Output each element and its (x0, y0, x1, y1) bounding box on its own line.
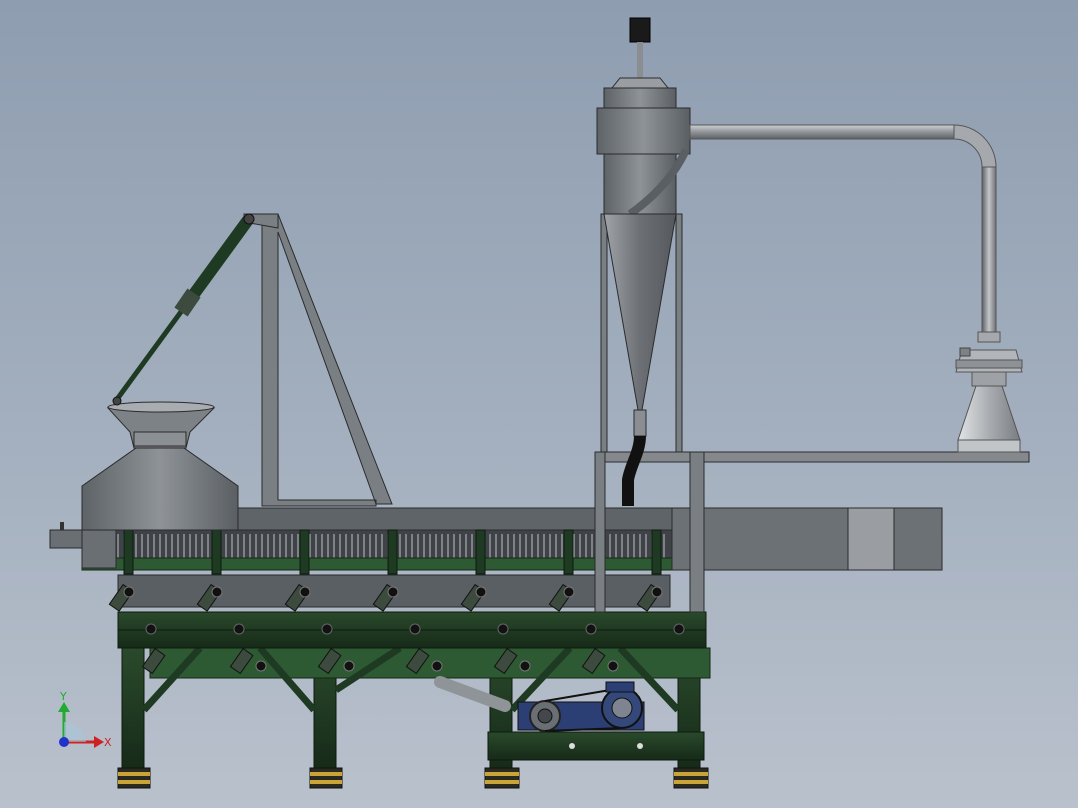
z-axis-dot (59, 737, 69, 747)
leveling-foot (117, 767, 151, 789)
exhaust-duct (689, 124, 997, 336)
centrifugal-fan[interactable] (955, 331, 1023, 453)
leveling-feet (117, 767, 709, 789)
cad-model-scene[interactable]: Y X (0, 0, 1078, 808)
motor-platform (487, 731, 705, 761)
vibrating-bed (108, 574, 671, 612)
hydraulic-cylinder[interactable] (112, 213, 255, 406)
leveling-foot (309, 767, 343, 789)
x-axis-label: X (104, 736, 112, 749)
outlet-section (671, 507, 943, 571)
leveling-foot (484, 767, 520, 789)
a-frame-support (243, 213, 393, 507)
y-axis-label: Y (59, 690, 67, 703)
frame-leg (121, 647, 145, 771)
inlet-stub (49, 529, 83, 549)
axis-triad: Y X (58, 690, 112, 749)
feed-hopper[interactable] (81, 401, 239, 531)
cad-viewport[interactable]: Y X (0, 0, 1078, 808)
leveling-foot (673, 767, 709, 789)
drive-motor[interactable] (517, 681, 645, 732)
